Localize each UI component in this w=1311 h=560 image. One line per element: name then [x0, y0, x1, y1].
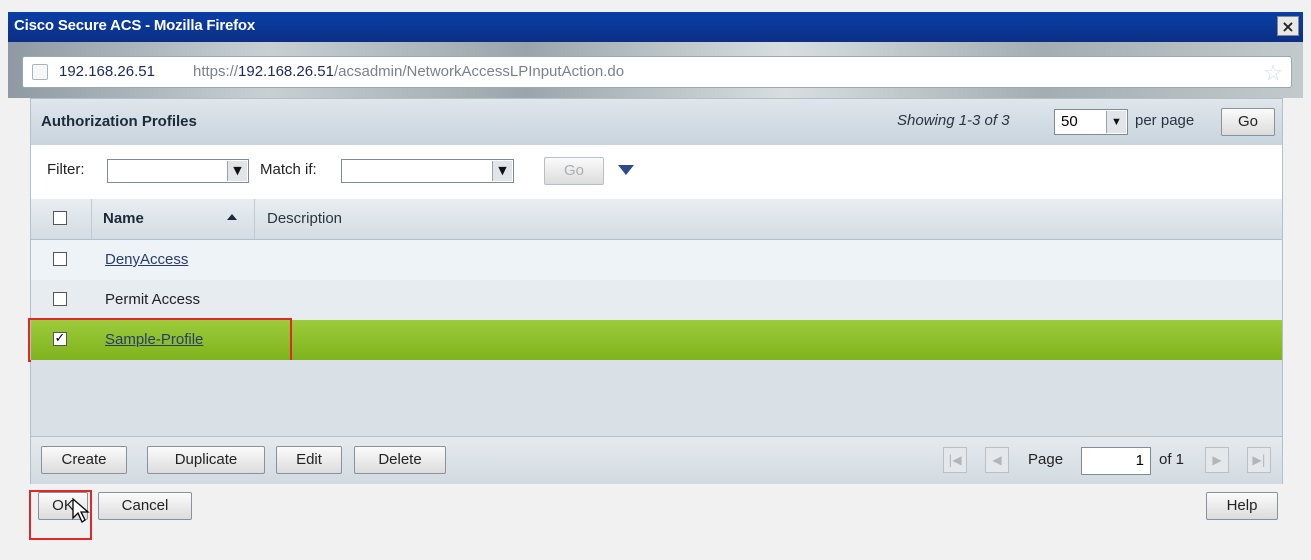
per-page-go-button[interactable]: Go	[1221, 108, 1275, 136]
panel-header: Authorization Profiles Showing 1-3 of 3 …	[31, 99, 1282, 146]
row-checkbox[interactable]	[53, 292, 67, 306]
window-title: Cisco Secure ACS - Mozilla Firefox	[14, 17, 256, 34]
match-if-label: Match if:	[260, 161, 317, 178]
title-bar: Cisco Secure ACS - Mozilla Firefox ×	[8, 12, 1303, 42]
filter-select[interactable]: ▼	[107, 159, 249, 183]
per-page-label: per page	[1135, 112, 1195, 129]
row-checkbox[interactable]	[53, 252, 67, 266]
table-header: Name Description	[31, 199, 1282, 240]
sort-ascending-icon[interactable]	[227, 214, 237, 220]
mouse-pointer-icon	[72, 497, 90, 523]
bookmark-star-icon[interactable]: ☆	[1263, 60, 1283, 86]
chevron-down-icon[interactable]: ▼	[1106, 111, 1126, 133]
cancel-button[interactable]: Cancel	[98, 492, 192, 520]
highlight-box	[28, 318, 292, 362]
filter-bar: Filter: ▼ Match if: ▼ Go	[31, 145, 1282, 200]
column-header-name[interactable]: Name	[103, 210, 144, 227]
filter-go-button[interactable]: Go	[544, 157, 604, 185]
delete-button[interactable]: Delete	[354, 446, 446, 474]
next-page-icon[interactable]: ▶	[1205, 447, 1229, 473]
column-divider	[91, 199, 92, 239]
panel-title: Authorization Profiles	[41, 113, 197, 130]
column-header-description[interactable]: Description	[267, 210, 342, 227]
duplicate-button[interactable]: Duplicate	[147, 446, 265, 474]
navigation-toolbar: 192.168.26.51 https://192.168.26.51/acsa…	[8, 42, 1303, 98]
close-window-button[interactable]: ×	[1277, 16, 1299, 36]
profile-name-link[interactable]: DenyAccess	[105, 251, 188, 268]
filter-label: Filter:	[47, 161, 85, 178]
table-row[interactable]: DenyAccess	[31, 240, 1282, 281]
address-bar[interactable]: 192.168.26.51 https://192.168.26.51/acsa…	[22, 56, 1292, 88]
match-if-select[interactable]: ▼	[341, 159, 514, 183]
previous-page-icon[interactable]: ◀	[985, 447, 1009, 473]
filter-options-icon[interactable]	[618, 165, 634, 175]
help-button[interactable]: Help	[1206, 492, 1278, 520]
site-identity-icon[interactable]	[32, 64, 48, 80]
per-page-select[interactable]: 50 ▼	[1054, 109, 1128, 135]
page-label: Page	[1028, 451, 1064, 468]
browser-window: Cisco Secure ACS - Mozilla Firefox × 192…	[0, 0, 1311, 560]
table-row[interactable]: Permit Access	[31, 280, 1282, 321]
last-page-icon[interactable]: ▶|	[1247, 447, 1271, 473]
showing-count: Showing 1-3 of 3	[897, 112, 1010, 129]
chevron-down-icon[interactable]: ▼	[227, 161, 247, 181]
table-footer: Create Duplicate Edit Delete |◀ ◀ Page 1…	[31, 436, 1282, 484]
url-text: https://192.168.26.51/acsadmin/NetworkAc…	[193, 63, 625, 80]
page-number-input[interactable]: 1	[1081, 447, 1151, 475]
authorization-profiles-panel: Authorization Profiles Showing 1-3 of 3 …	[28, 98, 1283, 484]
column-divider	[254, 199, 255, 239]
profile-name: Permit Access	[105, 291, 201, 308]
site-identity-host: 192.168.26.51	[59, 63, 155, 80]
select-all-checkbox[interactable]	[53, 211, 67, 225]
page-count-label: of 1	[1159, 451, 1185, 468]
create-button[interactable]: Create	[41, 446, 127, 474]
chevron-down-icon[interactable]: ▼	[492, 161, 512, 181]
edit-button[interactable]: Edit	[276, 446, 342, 474]
first-page-icon[interactable]: |◀	[943, 447, 967, 473]
table-empty-area	[31, 360, 1282, 436]
